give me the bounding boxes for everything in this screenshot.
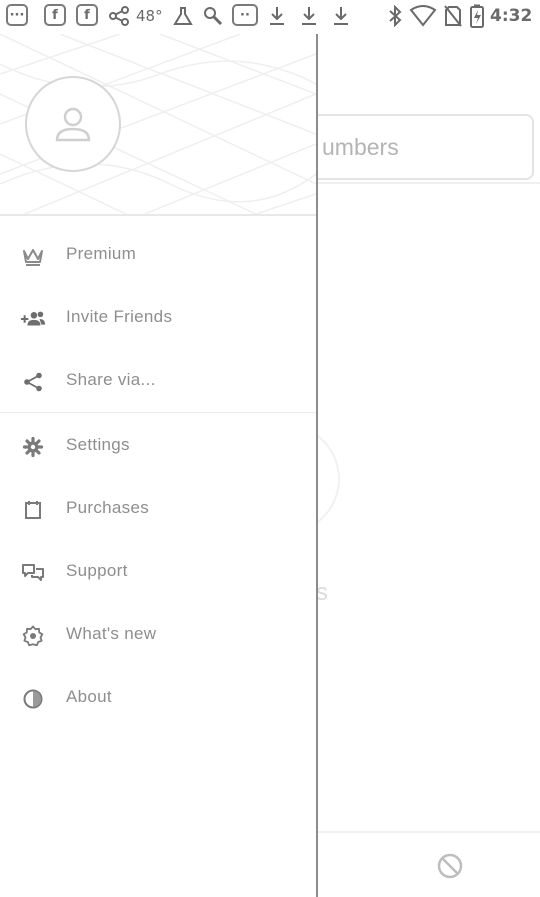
share-icon [20, 369, 46, 395]
person-icon [55, 107, 91, 142]
menu-item-whats-new[interactable]: What's new [0, 604, 316, 667]
search-placeholder: umbers [322, 134, 399, 160]
purchases-icon [20, 497, 46, 523]
temperature-text: 48° [136, 7, 163, 25]
gear-icon [20, 434, 46, 460]
chat-bubble-icon: ··· [6, 4, 28, 26]
facebook-icon: f [76, 4, 98, 26]
wifi-icon [408, 4, 438, 28]
menu-label: Settings [66, 435, 130, 454]
menu-item-support[interactable]: Support [0, 541, 316, 604]
info-icon [20, 686, 46, 712]
menu-item-purchases[interactable]: Purchases [0, 478, 316, 541]
chat-bubble-icon: ·· [232, 4, 258, 26]
menu-label: Purchases [66, 498, 150, 517]
menu-divider [0, 412, 316, 413]
menu-label: Support [66, 561, 128, 580]
download-icon [264, 4, 290, 28]
new-badge-icon [20, 623, 46, 649]
support-chat-icon [20, 560, 46, 586]
add-people-icon [20, 306, 46, 332]
bluetooth-icon [384, 4, 406, 28]
drawer-header [0, 34, 316, 216]
navigation-drawer: Premium Invite Friends Share via... Sett… [0, 34, 318, 897]
avatar[interactable] [25, 76, 121, 172]
no-sim-icon [442, 4, 464, 28]
menu-label: Share via... [66, 370, 156, 389]
crown-icon [20, 243, 46, 269]
menu-item-premium[interactable]: Premium [0, 224, 316, 287]
menu-label: What's new [66, 624, 157, 643]
menu-label: Invite Friends [66, 307, 173, 326]
clock-text: 4:32 [490, 6, 533, 26]
wrench-icon [200, 4, 226, 28]
status-bar: ··· f f 48° ·· 4:32 [0, 0, 540, 34]
menu-item-settings[interactable]: Settings [0, 415, 316, 478]
menu-item-about[interactable]: About [0, 667, 316, 730]
menu-item-share-via[interactable]: Share via... [0, 350, 316, 413]
block-icon[interactable] [436, 852, 464, 880]
menu-item-invite-friends[interactable]: Invite Friends [0, 287, 316, 350]
menu-label: About [66, 687, 112, 706]
flask-icon [170, 4, 196, 28]
share-icon [106, 4, 132, 28]
facebook-icon: f [44, 4, 66, 26]
battery-charging-icon [468, 4, 486, 28]
menu-label: Premium [66, 244, 137, 263]
download-icon [296, 4, 322, 28]
download-icon [328, 4, 354, 28]
